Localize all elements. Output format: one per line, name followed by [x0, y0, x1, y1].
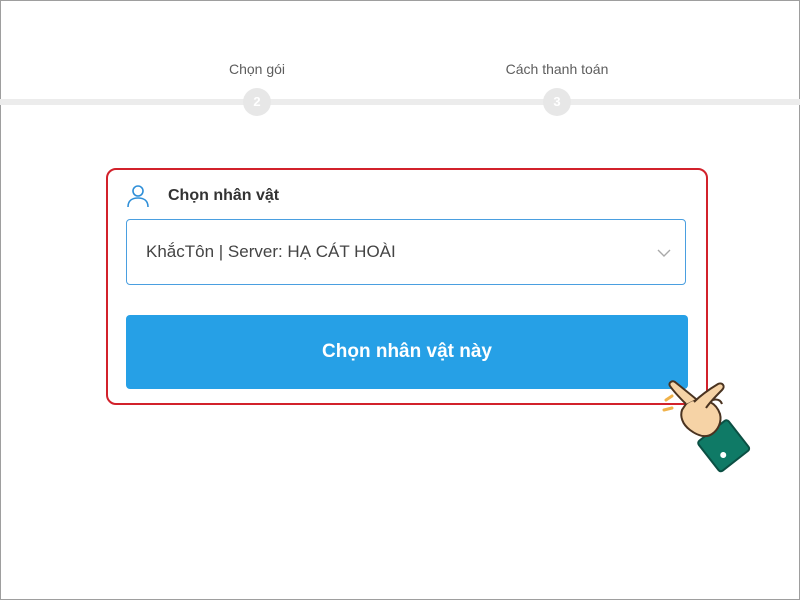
stepper-track: [0, 99, 800, 105]
section-title: Chọn nhân vật: [168, 187, 280, 204]
character-select[interactable]: KhắcTôn | Server: HẠ CÁT HOÀI: [126, 219, 686, 285]
user-icon: [126, 184, 150, 208]
character-select-value: KhắcTôn | Server: HẠ CÁT HOÀI: [146, 242, 396, 261]
step-label-3: Cách thanh toán: [505, 61, 609, 77]
step-label-2: Chọn gói: [228, 61, 286, 77]
step-number-3: 3: [543, 88, 571, 116]
pointing-hand-icon: [660, 372, 760, 477]
chevron-down-icon: [657, 246, 671, 260]
character-section-header: Chọn nhân vật: [126, 180, 279, 212]
select-character-button[interactable]: Chọn nhân vật này: [126, 315, 688, 389]
step-number-2: 2: [243, 88, 271, 116]
progress-stepper: t Chọn gói 2 Cách thanh toán 3: [0, 0, 800, 130]
